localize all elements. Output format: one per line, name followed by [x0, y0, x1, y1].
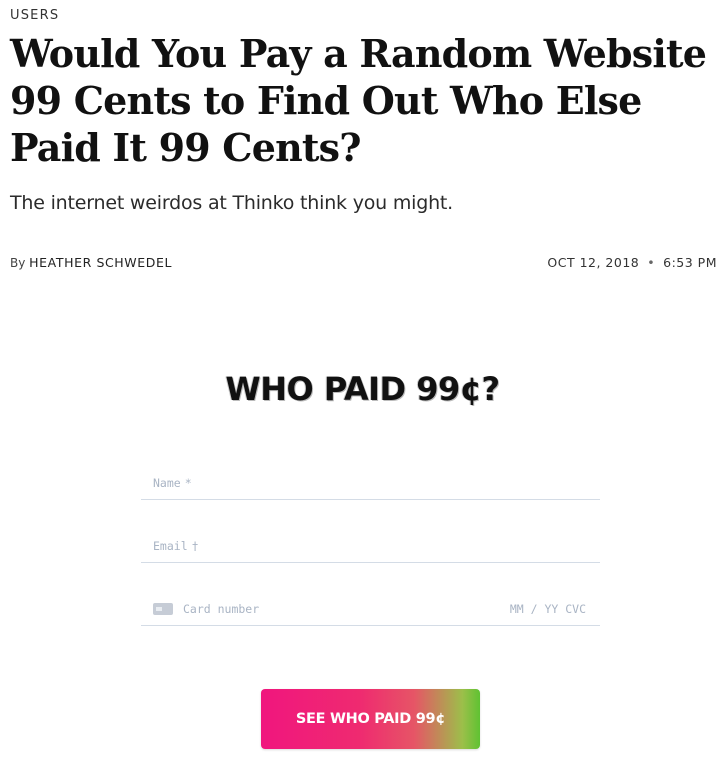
email-placeholder: Email † — [153, 539, 199, 553]
publish-time: 6:53 PM — [663, 255, 717, 270]
publish-date: OCT 12, 2018 — [547, 255, 640, 270]
article-headline: Would You Pay a Random Website 99 Cents … — [10, 31, 707, 170]
name-field[interactable]: Name * — [141, 470, 600, 500]
credit-card-icon — [153, 603, 173, 615]
name-placeholder: Name * — [153, 476, 192, 490]
email-placeholder-text: Email — [153, 539, 188, 553]
byline-prefix: By — [10, 256, 26, 270]
widget-title: WHO PAID 99¢? — [225, 370, 500, 408]
card-field[interactable]: Card number MM / YY CVC — [141, 596, 600, 626]
email-field[interactable]: Email † — [141, 533, 600, 563]
author-link[interactable]: HEATHER SCHWEDEL — [29, 255, 172, 270]
email-marker: † — [191, 539, 199, 553]
card-expiry-placeholder: MM / YY CVC — [509, 602, 586, 616]
card-number-placeholder: Card number — [183, 602, 260, 616]
byline: By HEATHER SCHWEDEL — [10, 255, 172, 270]
date-separator: • — [647, 255, 656, 270]
name-placeholder-text: Name — [153, 476, 181, 490]
payment-widget: WHO PAID 99¢? Name * Email † Card number M… — [0, 300, 725, 759]
name-required-marker: * — [184, 476, 192, 490]
dateline: OCT 12, 2018 • 6:53 PM — [547, 255, 717, 270]
see-who-paid-button[interactable]: SEE WHO PAID 99¢ — [261, 689, 480, 749]
article-dek: The internet weirdos at Thinko think you… — [10, 192, 454, 214]
section-label[interactable]: USERS — [10, 8, 59, 23]
